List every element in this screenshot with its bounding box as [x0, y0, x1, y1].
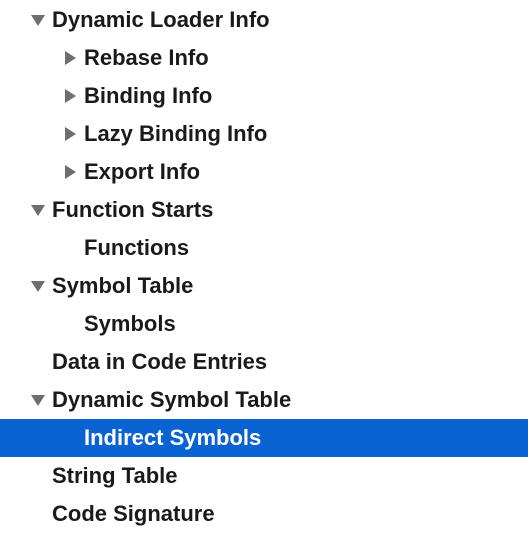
- tree-row-code-signature[interactable]: Code Signature: [0, 495, 528, 533]
- tree-row-label: Functions: [84, 235, 190, 260]
- tree-row-label: Binding Info: [84, 83, 213, 108]
- disclosure-triangle-expanded-icon[interactable]: [28, 267, 48, 305]
- tree-row-dynamic-symbol-table[interactable]: Dynamic Symbol Table: [0, 381, 528, 419]
- tree-row-rebase-info[interactable]: Rebase Info: [0, 39, 528, 77]
- tree-row-label: Rebase Info: [84, 45, 209, 70]
- disclosure-triangle-expanded-icon[interactable]: [28, 381, 48, 419]
- tree-row-data-in-code-entries[interactable]: Data in Code Entries: [0, 343, 528, 381]
- tree-row-label: Export Info: [84, 159, 201, 184]
- disclosure-triangle-collapsed-icon[interactable]: [60, 39, 80, 77]
- tree-row-lazy-binding-info[interactable]: Lazy Binding Info: [0, 115, 528, 153]
- tree-row-functions[interactable]: Functions: [0, 229, 528, 267]
- disclosure-triangle-collapsed-icon[interactable]: [60, 115, 80, 153]
- tree-row-symbols[interactable]: Symbols: [0, 305, 528, 343]
- tree-row-label: String Table: [52, 463, 178, 488]
- tree-row-label: Function Starts: [52, 197, 214, 222]
- tree-row-function-starts[interactable]: Function Starts: [0, 191, 528, 229]
- tree-row-label: Dynamic Symbol Table: [52, 387, 292, 412]
- tree-row-string-table[interactable]: String Table: [0, 457, 528, 495]
- tree-row-label: Symbols: [84, 311, 176, 336]
- tree-row-indirect-symbols[interactable]: Indirect Symbols: [0, 419, 528, 457]
- disclosure-triangle-expanded-icon[interactable]: [28, 191, 48, 229]
- tree-row-label: Indirect Symbols: [84, 425, 262, 450]
- outline-tree: Dynamic Loader Info Rebase Info Binding …: [0, 1, 528, 533]
- disclosure-triangle-collapsed-icon[interactable]: [60, 153, 80, 191]
- tree-row-binding-info[interactable]: Binding Info: [0, 77, 528, 115]
- tree-row-symbol-table[interactable]: Symbol Table: [0, 267, 528, 305]
- tree-row-label: Lazy Binding Info: [84, 121, 268, 146]
- tree-row-dynamic-loader-info[interactable]: Dynamic Loader Info: [0, 1, 528, 39]
- disclosure-triangle-collapsed-icon[interactable]: [60, 77, 80, 115]
- tree-row-label: Symbol Table: [52, 273, 194, 298]
- tree-row-label: Data in Code Entries: [52, 349, 268, 374]
- tree-row-label: Dynamic Loader Info: [52, 7, 270, 32]
- disclosure-triangle-expanded-icon[interactable]: [28, 1, 48, 39]
- tree-row-label: Code Signature: [52, 501, 215, 526]
- tree-row-export-info[interactable]: Export Info: [0, 153, 528, 191]
